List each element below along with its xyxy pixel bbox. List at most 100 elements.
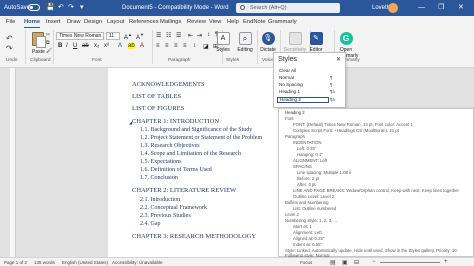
tab-layout[interactable]: Layout bbox=[107, 19, 124, 25]
tab-references[interactable]: References bbox=[129, 19, 159, 25]
heading-list-of-figures[interactable]: LIST OF FIGURES bbox=[132, 105, 184, 112]
heading-chapter-1[interactable]: CHAPTER 1: INTRODUCTION bbox=[132, 118, 219, 125]
redo-ribbon-icon[interactable]: ↷ bbox=[6, 44, 13, 53]
styles-button[interactable]: A Styles bbox=[214, 32, 232, 53]
align-right-icon[interactable]: ≡ bbox=[174, 43, 178, 49]
underline-icon[interactable]: U bbox=[73, 43, 77, 49]
document-title: Document5 - Compatibility Mode - Word bbox=[122, 5, 229, 11]
save-icon[interactable]: 💾 bbox=[46, 3, 55, 12]
style-clear-all[interactable]: Clear All bbox=[277, 68, 329, 74]
decrease-indent-icon[interactable]: ⇤ bbox=[188, 32, 193, 39]
italic-icon[interactable]: I bbox=[66, 43, 68, 49]
heading-list-of-tables[interactable]: LIST OF TABLES bbox=[132, 93, 181, 100]
tab-endnote[interactable]: EndNote bbox=[243, 19, 266, 25]
search-box[interactable]: Search (Alt+Q) bbox=[236, 3, 340, 13]
list-item[interactable]: 2.4. Gap bbox=[140, 221, 161, 227]
tab-grammarly[interactable]: Grammarly bbox=[268, 19, 297, 25]
style-normal[interactable]: Normal bbox=[277, 75, 329, 81]
font-size-select[interactable]: 11 bbox=[106, 32, 120, 40]
strikethrough-icon[interactable]: ab bbox=[82, 43, 89, 49]
heading-chapter-3[interactable]: CHAPTER 3: RESEARCH METHODOLOGY bbox=[132, 233, 256, 240]
highlight-icon[interactable]: ab bbox=[128, 43, 135, 49]
list-item[interactable]: 1.4. Scope and Limitation of the Researc… bbox=[140, 151, 241, 157]
tab-file[interactable]: File bbox=[6, 19, 15, 25]
zoom-in-icon[interactable]: + bbox=[444, 259, 448, 265]
tooltip-line: Left: 0.25" bbox=[297, 146, 317, 151]
font-color-icon[interactable]: A bbox=[140, 43, 144, 49]
paste-button[interactable]: Paste bbox=[32, 49, 45, 55]
print-layout-icon[interactable]: ▣ bbox=[342, 259, 348, 266]
format-painter-icon[interactable]: 🖌 bbox=[46, 48, 52, 54]
redo-icon[interactable]: ↷ bbox=[68, 3, 74, 12]
dictate-button[interactable]: 🎙 Dictate bbox=[259, 32, 277, 53]
heading-acknowledgements[interactable]: ACKNOWLEDGEMENTS bbox=[132, 81, 205, 88]
cut-icon[interactable]: ✂ bbox=[46, 32, 50, 38]
zoom-out-icon[interactable]: − bbox=[372, 259, 376, 265]
list-item[interactable]: 2.3. Previous Studies bbox=[140, 213, 191, 219]
tooltip-line: Heading 2 bbox=[285, 110, 305, 115]
list-item[interactable]: 1.6. Definition of Terms Used bbox=[140, 167, 212, 173]
tab-insert[interactable]: Insert bbox=[46, 19, 61, 25]
bullets-icon[interactable]: ☰ bbox=[156, 32, 161, 39]
line-spacing-icon[interactable]: ↕ bbox=[193, 43, 196, 49]
font-name-select[interactable]: Times New Roman bbox=[56, 32, 104, 40]
zoom-slider[interactable] bbox=[380, 262, 440, 263]
tab-home[interactable]: Home bbox=[24, 19, 41, 28]
tab-draw[interactable]: Draw bbox=[67, 19, 81, 25]
grow-font-icon[interactable]: A▲ bbox=[124, 32, 132, 41]
copy-icon[interactable]: ⧉ bbox=[46, 40, 50, 46]
heading-chapter-2[interactable]: CHAPTER 2: LITERATURE REVIEW bbox=[132, 187, 236, 194]
list-item[interactable]: 1.5. Expectations bbox=[140, 159, 182, 165]
page-count[interactable]: Page 1 of 2 bbox=[4, 260, 27, 265]
web-layout-icon[interactable]: ⊟ bbox=[354, 259, 359, 266]
language-indicator[interactable]: English (United States) bbox=[62, 260, 108, 265]
editor-button[interactable]: ✎ Editor bbox=[303, 32, 329, 53]
list-item[interactable]: 1.1. Background and Significance of the … bbox=[140, 127, 252, 133]
list-item[interactable]: 1.3. Research Objectives bbox=[140, 143, 200, 149]
style-heading-2[interactable]: Heading 2 bbox=[277, 97, 329, 103]
maximize-button[interactable]: ❐ bbox=[438, 4, 444, 12]
sort-icon[interactable]: ↕ bbox=[207, 32, 210, 38]
linked-style-icon: ¶a bbox=[330, 89, 335, 94]
close-button[interactable]: ✕ bbox=[458, 4, 464, 12]
undo-icon[interactable]: ↶ bbox=[58, 3, 64, 12]
shrink-font-icon[interactable]: A▼ bbox=[136, 32, 144, 41]
superscript-icon[interactable]: x² bbox=[104, 43, 109, 49]
list-item[interactable]: 2.2. Conceptual Framework bbox=[140, 205, 207, 211]
styles-pane[interactable]: Styles ✕ Clear All Normal ¶ No Spacing ¶… bbox=[273, 52, 346, 108]
justify-icon[interactable]: ≡ bbox=[183, 43, 187, 49]
quick-access-more-icon[interactable]: ▾ bbox=[80, 3, 84, 12]
autosave-toggle[interactable] bbox=[28, 4, 40, 11]
minimize-button[interactable]: — bbox=[418, 4, 425, 12]
editing-button[interactable]: ⌕ Editing bbox=[236, 32, 254, 53]
tab-design[interactable]: Design bbox=[84, 19, 102, 25]
numbering-icon[interactable]: ☷ bbox=[166, 32, 171, 39]
tab-mailings[interactable]: Mailings bbox=[160, 19, 181, 25]
subscript-icon[interactable]: x₂ bbox=[94, 43, 99, 49]
list-item[interactable]: 1.2. Project Statement or Statement of t… bbox=[140, 135, 262, 141]
styles-pane-close-icon[interactable]: ✕ bbox=[336, 56, 341, 63]
tab-review[interactable]: Review bbox=[187, 19, 206, 25]
list-item[interactable]: 2.1. Introduction bbox=[140, 197, 180, 203]
style-heading-1[interactable]: Heading 1 bbox=[277, 89, 329, 95]
text-effects-icon[interactable]: A bbox=[118, 43, 122, 49]
undo-ribbon-icon[interactable]: ↶ bbox=[6, 34, 13, 43]
focus-mode-button[interactable]: Focus bbox=[300, 260, 312, 265]
word-count[interactable]: 135 words bbox=[34, 260, 55, 265]
paste-icon[interactable] bbox=[32, 32, 46, 48]
bold-icon[interactable]: B bbox=[58, 43, 62, 49]
align-left-icon[interactable]: ≡ bbox=[156, 43, 160, 49]
tab-view[interactable]: View bbox=[209, 19, 221, 25]
list-item[interactable]: 1.7. Conclusion bbox=[140, 175, 178, 181]
read-mode-icon[interactable]: ▤ bbox=[330, 259, 336, 266]
accessibility-status[interactable]: Accessibility: Unavailable bbox=[112, 260, 163, 265]
multilevel-list-icon[interactable]: ☰ bbox=[176, 32, 181, 39]
increase-indent-icon[interactable]: ⇥ bbox=[197, 32, 202, 39]
style-no-spacing[interactable]: No Spacing bbox=[277, 82, 329, 88]
avatar[interactable] bbox=[388, 3, 398, 13]
autosave-label: AutoSave bbox=[4, 5, 31, 11]
align-center-icon[interactable]: ≡ bbox=[165, 43, 169, 49]
shading-icon[interactable]: ◪ bbox=[203, 43, 209, 50]
tab-help[interactable]: Help bbox=[227, 19, 239, 25]
microphone-icon: 🎙 bbox=[261, 32, 275, 45]
